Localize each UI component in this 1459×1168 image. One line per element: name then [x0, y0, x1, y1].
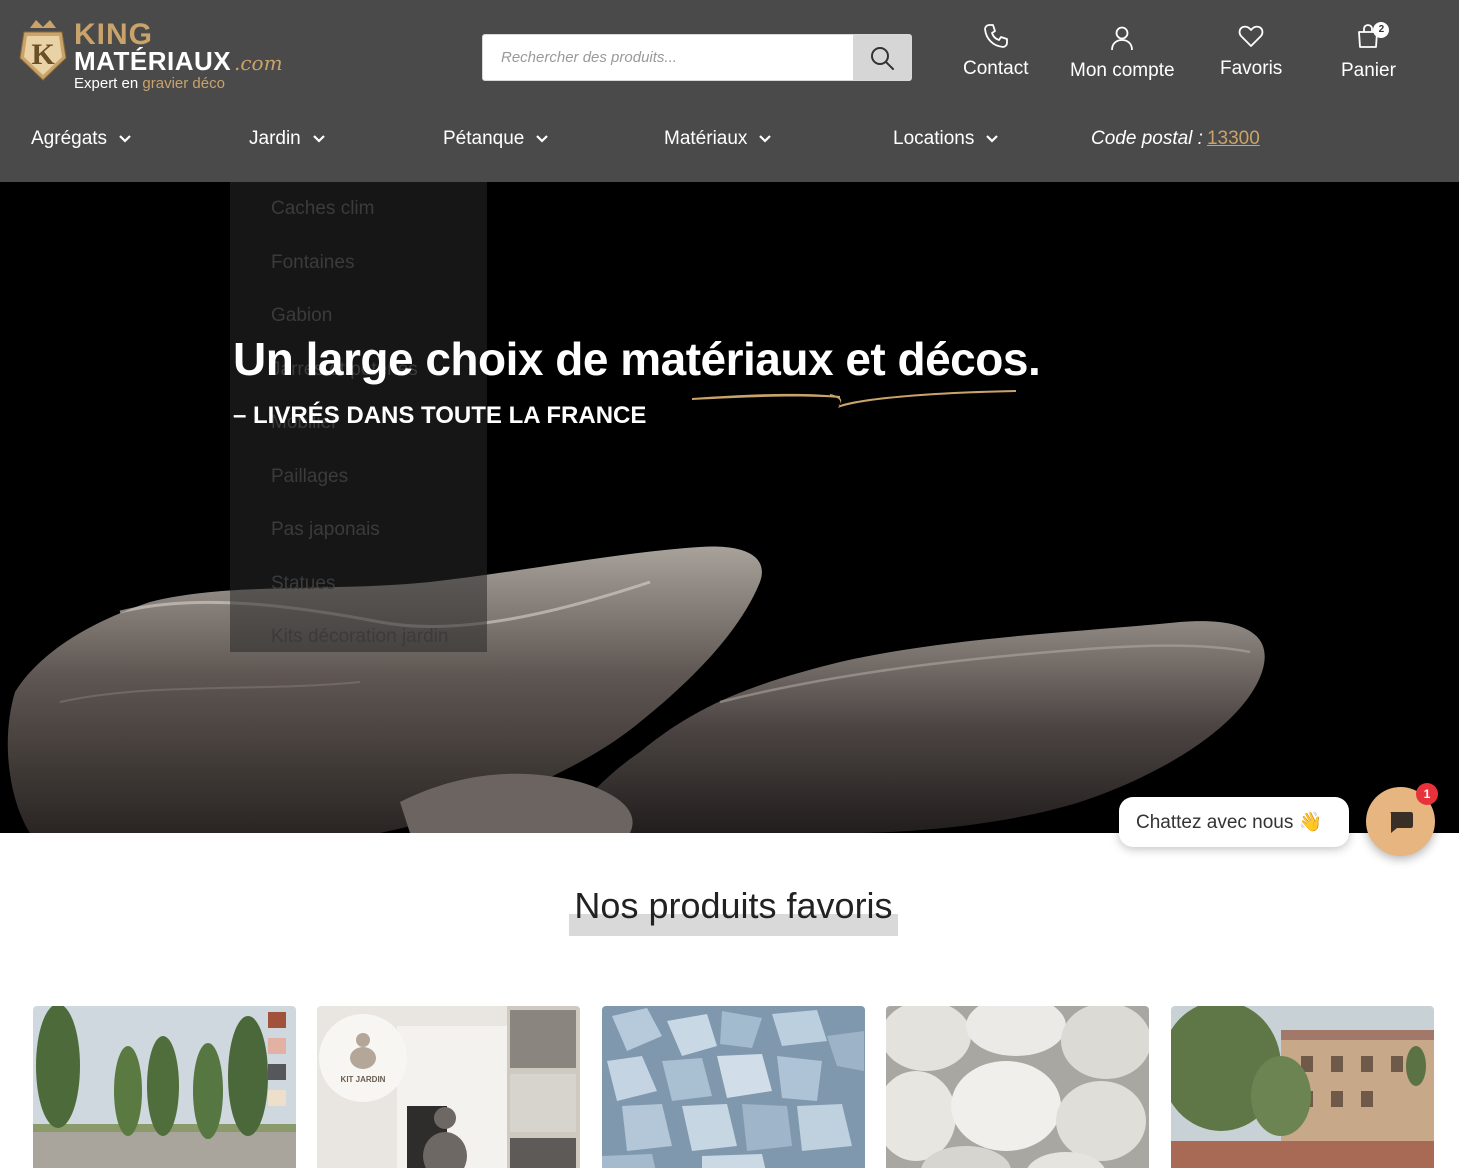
postal-code-link[interactable]: 13300 [1207, 128, 1260, 149]
nav-item-petanque[interactable]: Pétanque [443, 128, 549, 150]
nav-label: Jardin [249, 128, 301, 149]
chat-icon [1390, 811, 1413, 833]
site-logo[interactable]: K KING MATÉRIAUX .com Expert en gravier … [12, 6, 312, 96]
logo-tagline: Expert en gravier déco [74, 76, 225, 92]
hero-subtitle: – LIVRÉS DANS TOUTE LA FRANCE [233, 402, 647, 429]
rocks-image [7, 546, 1265, 833]
user-icon [1111, 26, 1134, 51]
kit-jardin-label: KIT JARDIN [341, 1075, 386, 1084]
heart-icon [1238, 25, 1264, 47]
favorites-title-text: Nos produits favoris [574, 885, 893, 926]
chevron-down-icon [759, 135, 772, 143]
chevron-down-icon [312, 135, 325, 143]
product-image: KIT JARDIN [317, 1006, 580, 1168]
postal-code-selector: Code postal :13300 [1091, 128, 1260, 150]
nav-item-jardin[interactable]: Jardin [249, 128, 325, 150]
menu-item-caches-clim[interactable]: Caches clim [271, 198, 374, 220]
chat-prompt-label: Chattez avec nous 👋 [1136, 812, 1323, 833]
favorites-link[interactable]: Favoris [1220, 22, 1282, 92]
search-bar [482, 34, 912, 81]
product-image [1171, 1006, 1434, 1168]
favorites-section-title: Nos produits favoris [569, 882, 898, 936]
tagline-prefix: Expert en [74, 75, 139, 92]
product-card-building-garden[interactable] [1171, 1006, 1434, 1168]
menu-item-pas-japonais[interactable]: Pas japonais [271, 519, 380, 541]
nav-label: Matériaux [664, 128, 748, 149]
badge-letter: K [31, 38, 55, 71]
search-button[interactable] [853, 35, 911, 80]
chevron-down-icon [986, 135, 999, 143]
product-card-blue-gravel[interactable] [602, 1006, 865, 1168]
cart-link[interactable]: 2 Panier [1341, 22, 1396, 92]
menu-item-gabion[interactable]: Gabion [271, 305, 332, 327]
product-card-garden-cypress[interactable] [33, 1006, 296, 1168]
contact-label: Contact [963, 58, 1029, 79]
nav-label: Locations [893, 128, 975, 149]
hero-banner: Caches clim Fontaines Gabion Jarres et p… [0, 182, 1459, 833]
product-image [886, 1006, 1149, 1168]
product-card-kit-jardin[interactable]: KIT JARDIN [317, 1006, 580, 1168]
nav-label: Pétanque [443, 128, 525, 149]
menu-item-paillages[interactable]: Paillages [271, 466, 348, 488]
contact-link[interactable]: Contact [963, 22, 1028, 92]
account-link[interactable]: Mon compte [1070, 22, 1175, 92]
nav-item-agregats[interactable]: Agrégats [31, 128, 131, 150]
menu-item-kits-decoration[interactable]: Kits décoration jardin [271, 626, 448, 648]
crown-badge-icon: K [19, 20, 67, 81]
phone-icon [983, 24, 1008, 48]
cart-count-badge: 2 [1373, 22, 1390, 38]
gold-swoosh-decoration [692, 390, 1016, 408]
search-input[interactable] [483, 35, 853, 80]
postal-label: Code postal : [1091, 128, 1203, 149]
logo-domain-suffix: .com [234, 51, 283, 75]
menu-item-fontaines[interactable]: Fontaines [271, 252, 354, 274]
product-card-white-pebbles[interactable] [886, 1006, 1149, 1168]
nav-label: Agrégats [31, 128, 108, 149]
search-icon [871, 46, 894, 70]
cart-label: Panier [1341, 60, 1396, 81]
nav-item-locations[interactable]: Locations [893, 128, 999, 150]
site-header: K KING MATÉRIAUX .com Expert en gravier … [0, 0, 1459, 182]
menu-item-statues[interactable]: Statues [271, 573, 335, 595]
chat-unread-badge: 1 [1416, 783, 1438, 805]
product-image [602, 1006, 865, 1168]
hero-title: Un large choix de matériaux et décos. [233, 333, 1041, 385]
chevron-down-icon [536, 135, 549, 143]
main-nav: Agrégats Jardin Pétanque Matériaux Locat… [0, 118, 1459, 162]
nav-item-materiaux[interactable]: Matériaux [664, 128, 772, 150]
account-label: Mon compte [1070, 60, 1175, 81]
page: K KING MATÉRIAUX .com Expert en gravier … [0, 0, 1459, 1168]
product-image [33, 1006, 296, 1168]
logo-materiaux-text: MATÉRIAUX [74, 46, 232, 76]
tagline-accent: gravier déco [142, 75, 225, 92]
chevron-down-icon [119, 135, 131, 143]
favorites-label: Favoris [1220, 58, 1283, 79]
chat-prompt-bubble[interactable]: Chattez avec nous 👋 [1119, 797, 1349, 847]
